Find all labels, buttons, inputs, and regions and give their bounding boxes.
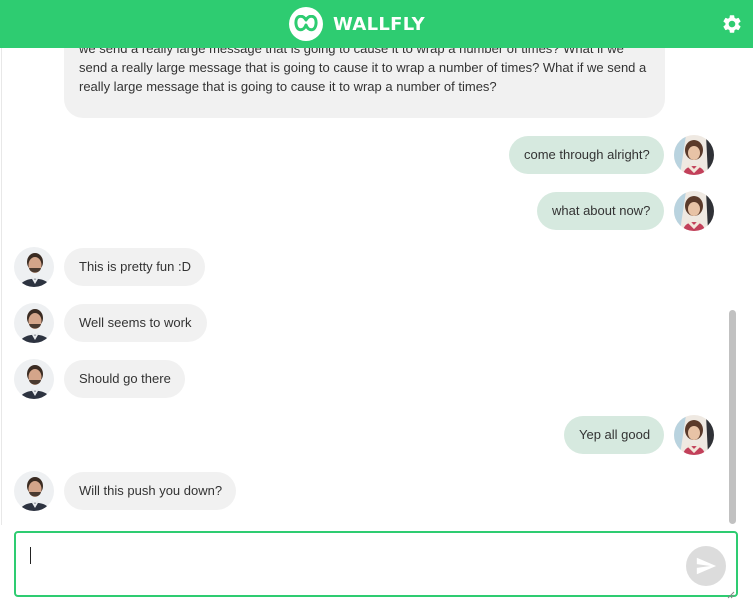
my-avatar: [674, 415, 714, 455]
message-line: send a really large message that is goin…: [79, 60, 647, 75]
my-avatar: [674, 135, 714, 175]
message-text: come through alright?: [524, 147, 650, 162]
message-bubble-incoming: we send a really large message that is g…: [64, 48, 665, 118]
contact-avatar: [14, 471, 54, 511]
scrollbar-thumb[interactable]: [729, 310, 736, 524]
message-input[interactable]: [16, 533, 736, 595]
send-icon: [696, 557, 717, 575]
message-bubble-incoming: Will this push you down?: [64, 472, 236, 510]
contact-avatar: [14, 303, 54, 343]
message-list-scrollbar[interactable]: [725, 48, 739, 525]
brand[interactable]: WALLFLY: [289, 7, 425, 41]
message-list[interactable]: we send a really large message that is g…: [1, 48, 725, 525]
gear-icon[interactable]: [721, 13, 743, 35]
message-text: Will this push you down?: [79, 483, 223, 498]
message-line: we send a really large message that is g…: [79, 48, 624, 56]
message-bubble-incoming: This is pretty fun :D: [64, 248, 205, 286]
message-bubble-outgoing: come through alright?: [509, 136, 664, 174]
message-text: Well seems to work: [79, 315, 192, 330]
message-text: This is pretty fun :D: [79, 259, 191, 274]
message-bubble-incoming: Well seems to work: [64, 304, 207, 342]
message-line: really large message that is going to ca…: [79, 79, 497, 94]
chat-app: WALLFLY we send a really large message t…: [0, 0, 753, 613]
contact-avatar: [14, 247, 54, 287]
text-caret: [30, 547, 31, 564]
message-bubble-incoming: Should go there: [64, 360, 185, 398]
top-bar: WALLFLY: [0, 0, 753, 48]
message-bubble-outgoing: what about now?: [537, 192, 664, 230]
brand-name: WALLFLY: [333, 13, 426, 35]
message-text: Yep all good: [579, 427, 651, 442]
message-bubble-outgoing: Yep all good: [564, 416, 664, 454]
send-button[interactable]: [686, 546, 726, 586]
wallfly-logo-icon: [289, 7, 323, 41]
my-avatar: [674, 191, 714, 231]
message-text: what about now?: [552, 203, 651, 218]
message-text: Should go there: [79, 371, 171, 386]
contact-avatar: [14, 359, 54, 399]
resize-grip-icon[interactable]: [727, 586, 735, 599]
message-composer: [14, 531, 738, 599]
